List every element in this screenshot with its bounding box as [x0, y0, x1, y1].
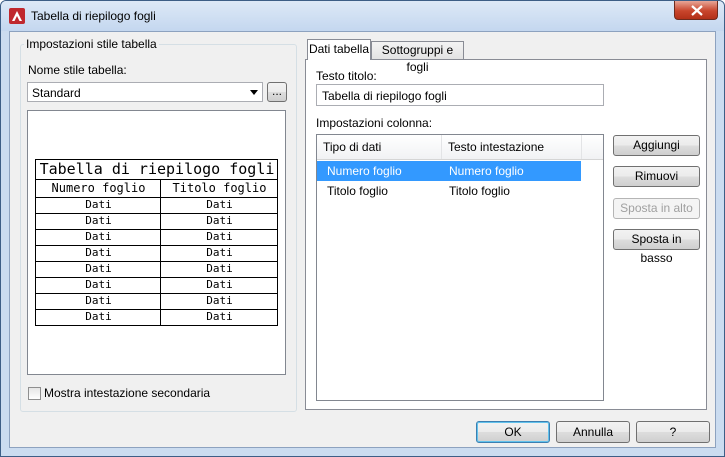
column-header-header-text[interactable]: Testo intestazione	[442, 135, 582, 159]
columns-list-header: Tipo di dati Testo intestazione	[317, 135, 603, 160]
preview-data-cell: Dati	[85, 198, 112, 211]
secondary-header-label[interactable]: Mostra intestazione secondaria	[44, 386, 210, 400]
move-up-button-label: Sposta in alto	[620, 201, 693, 215]
chevron-down-icon	[250, 90, 258, 95]
title-text-value: Tabella di riepilogo fogli	[322, 89, 447, 103]
add-column-button-label: Aggiungi	[633, 138, 680, 152]
tab-sottogruppi-e-fogli[interactable]: Sottogruppi e fogli	[371, 41, 464, 74]
close-icon	[691, 5, 703, 16]
preview-data-cell: Dati	[85, 294, 112, 307]
preview-data-cell: Dati	[85, 214, 112, 227]
dialog-window: Tabella di riepilogo fogli Impostazioni …	[0, 0, 725, 457]
style-name-combo[interactable]: Standard	[27, 82, 263, 102]
preview-data-cell: Dati	[85, 278, 112, 291]
title-text-input[interactable]: Tabella di riepilogo fogli	[316, 84, 604, 106]
preview-data-cell: Dati	[85, 310, 112, 323]
preview-data-cell: Dati	[85, 246, 112, 259]
list-item-data-type: Titolo foglio	[327, 184, 388, 198]
preview-data-cell: Dati	[206, 198, 233, 211]
title-bar[interactable]: Tabella di riepilogo fogli	[1, 1, 724, 31]
ok-button[interactable]: OK	[476, 421, 550, 443]
style-name-label: Nome stile tabella:	[28, 63, 127, 77]
list-item-header-text: Titolo foglio	[449, 184, 510, 198]
list-item[interactable]: Numero foglio Numero foglio	[317, 161, 581, 181]
preview-data-cell: Dati	[206, 310, 233, 323]
browse-style-button[interactable]: ...	[267, 82, 287, 102]
list-item-header-text: Numero foglio	[449, 164, 524, 178]
preview-data-cell: Dati	[85, 262, 112, 275]
move-up-button[interactable]: Sposta in alto	[613, 198, 700, 219]
move-down-button[interactable]: Sposta in basso	[613, 229, 700, 265]
tab-dati-tabella[interactable]: Dati tabella	[307, 39, 371, 60]
column-header-data-type[interactable]: Tipo di dati	[317, 135, 442, 159]
columns-list[interactable]: Tipo di dati Testo intestazione Numero f…	[316, 134, 604, 401]
preview-data-cell: Dati	[206, 246, 233, 259]
preview-table-title: Tabella di riepilogo fogli	[39, 160, 275, 178]
remove-column-button[interactable]: Rimuovi	[613, 166, 700, 187]
cancel-button[interactable]: Annulla	[556, 421, 630, 443]
window-title: Tabella di riepilogo fogli	[31, 9, 156, 23]
preview-header-cell: Titolo foglio	[172, 181, 267, 195]
title-text-label: Testo titolo:	[316, 69, 377, 83]
close-button[interactable]	[674, 1, 718, 20]
list-item-data-type: Numero foglio	[327, 164, 402, 178]
secondary-header-checkbox[interactable]	[28, 387, 41, 400]
preview-data-cell: Dati	[206, 214, 233, 227]
style-name-value: Standard	[32, 86, 81, 100]
table-preview: Tabella di riepilogo fogli Numero foglio…	[27, 110, 286, 375]
preview-data-cell: Dati	[206, 262, 233, 275]
remove-column-button-label: Rimuovi	[634, 169, 679, 183]
columns-label: Impostazioni colonna:	[316, 116, 433, 130]
help-button[interactable]: ?	[636, 421, 710, 443]
add-column-button[interactable]: Aggiungi	[613, 135, 700, 156]
preview-data-cell: Dati	[206, 294, 233, 307]
preview-header-cell: Numero foglio	[51, 181, 146, 195]
table-style-group-caption: Impostazioni stile tabella	[24, 37, 159, 51]
list-item[interactable]: Titolo foglio Titolo foglio	[317, 181, 603, 201]
autocad-app-icon	[9, 8, 25, 24]
preview-data-cell: Dati	[206, 230, 233, 243]
dialog-client-area: Impostazioni stile tabella Nome stile ta…	[9, 31, 716, 448]
preview-data-cell: Dati	[85, 230, 112, 243]
preview-data-cell: Dati	[206, 278, 233, 291]
